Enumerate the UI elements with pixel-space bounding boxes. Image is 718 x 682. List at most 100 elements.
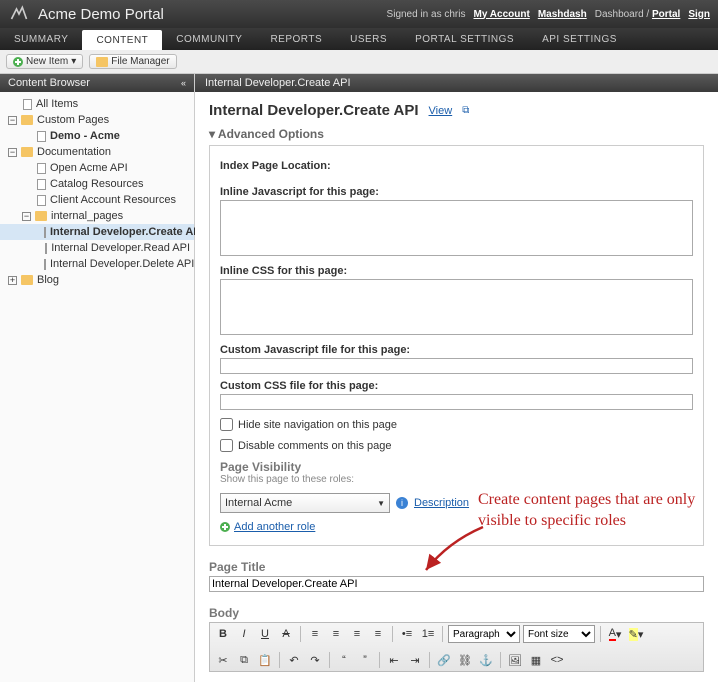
- collapse-icon[interactable]: −: [22, 212, 31, 221]
- inline-js-textarea[interactable]: [220, 200, 693, 256]
- rte-highlight-button[interactable]: ✎▾: [627, 625, 645, 643]
- rte-source-button[interactable]: <>: [548, 651, 566, 669]
- rte-strike-button[interactable]: A: [277, 625, 295, 643]
- custom-css-file-input[interactable]: [220, 394, 693, 410]
- page-icon: [45, 243, 47, 254]
- inline-css-textarea[interactable]: [220, 279, 693, 335]
- plus-icon: [13, 57, 23, 67]
- page-visibility-heading: Page Visibility: [220, 460, 693, 474]
- file-manager-button[interactable]: File Manager: [89, 54, 176, 69]
- page-title-label: Page Title: [209, 560, 704, 574]
- rte-image-button[interactable]: 🖼: [506, 651, 524, 669]
- tree-catalog-resources[interactable]: Catalog Resources: [0, 176, 194, 192]
- tree-open-acme-api[interactable]: Open Acme API: [0, 160, 194, 176]
- nav-api-settings[interactable]: API SETTINGS: [528, 28, 631, 50]
- rte-table-button[interactable]: ▦: [527, 651, 545, 669]
- nav-summary[interactable]: SUMMARY: [0, 28, 82, 50]
- tree-internal-dev-create[interactable]: Internal Developer.Create API: [0, 224, 194, 240]
- header: Acme Demo Portal Signed in as chris My A…: [0, 0, 718, 28]
- nav-content[interactable]: CONTENT: [82, 30, 162, 50]
- nav-users[interactable]: USERS: [336, 28, 401, 50]
- rte-bold-button[interactable]: B: [214, 625, 232, 643]
- index-page-label: Index Page Location:: [220, 160, 693, 172]
- info-icon[interactable]: i: [396, 497, 408, 509]
- custom-css-file-label: Custom CSS file for this page:: [220, 380, 693, 392]
- rte-ol-button[interactable]: 1≡: [419, 625, 437, 643]
- tree-internal-pages[interactable]: −internal_pages: [0, 208, 194, 224]
- content-tree: All Items −Custom Pages Demo - Acme −Doc…: [0, 92, 194, 292]
- my-account-link[interactable]: My Account: [474, 9, 530, 20]
- rte-paste-button[interactable]: 📋: [256, 651, 274, 669]
- rte-unlink-button[interactable]: ⛓: [456, 651, 474, 669]
- description-link[interactable]: Description: [414, 497, 469, 509]
- portal-link[interactable]: Portal: [652, 9, 680, 20]
- add-role-link[interactable]: Add another role: [234, 521, 315, 533]
- mashdash-link[interactable]: Mashdash: [538, 9, 587, 20]
- custom-js-file-input[interactable]: [220, 358, 693, 374]
- tree-demo-acme[interactable]: Demo - Acme: [0, 128, 194, 144]
- rte-cut-button[interactable]: ✂: [214, 651, 232, 669]
- page-icon: [37, 131, 46, 142]
- rte-indent-button[interactable]: ⇥: [406, 651, 424, 669]
- advanced-options-toggle[interactable]: ▾ Advanced Options: [209, 127, 704, 141]
- rte-anchor-button[interactable]: ⚓: [477, 651, 495, 669]
- rte-align-justify-button[interactable]: ≡: [369, 625, 387, 643]
- rte-undo-button[interactable]: ↶: [285, 651, 303, 669]
- rte-textcolor-button[interactable]: A▾: [606, 625, 624, 643]
- rte-copy-button[interactable]: ⧉: [235, 651, 253, 669]
- tree-internal-dev-read[interactable]: Internal Developer.Read API: [0, 240, 194, 256]
- role-select[interactable]: Internal Acme▼: [220, 493, 390, 513]
- nav-community[interactable]: COMMUNITY: [162, 28, 256, 50]
- inline-css-label: Inline CSS for this page:: [220, 265, 693, 277]
- page-icon: [44, 259, 46, 270]
- expand-icon[interactable]: +: [8, 276, 17, 285]
- disable-comments-checkbox[interactable]: [220, 439, 233, 452]
- content-breadcrumb: Internal Developer.Create API: [195, 74, 718, 92]
- sidebar-header: Content Browser «: [0, 74, 194, 92]
- rte-italic-button[interactable]: I: [235, 625, 253, 643]
- rte-align-center-button[interactable]: ≡: [327, 625, 345, 643]
- rte-redo-button[interactable]: ↷: [306, 651, 324, 669]
- plus-icon: [220, 522, 230, 532]
- collapse-sidebar-icon[interactable]: «: [181, 78, 186, 88]
- rte-quote-close-button[interactable]: ”: [356, 651, 374, 669]
- rte-paragraph-select[interactable]: Paragraph: [448, 625, 520, 643]
- sidebar-title: Content Browser: [8, 77, 90, 89]
- tree-custom-pages[interactable]: −Custom Pages: [0, 112, 194, 128]
- rte-quote-open-button[interactable]: “: [335, 651, 353, 669]
- sign-link[interactable]: Sign: [688, 9, 710, 20]
- sidebar: Content Browser « All Items −Custom Page…: [0, 74, 195, 682]
- nav-portal-settings[interactable]: PORTAL SETTINGS: [401, 28, 528, 50]
- rte-align-right-button[interactable]: ≡: [348, 625, 366, 643]
- separator: [442, 626, 443, 642]
- tree-blog[interactable]: +Blog: [0, 272, 194, 288]
- disable-comments-label: Disable comments on this page: [238, 440, 391, 452]
- rte-outdent-button[interactable]: ⇤: [385, 651, 403, 669]
- rte-ul-button[interactable]: •≡: [398, 625, 416, 643]
- page-title-input[interactable]: [209, 576, 704, 592]
- rte-underline-button[interactable]: U: [256, 625, 274, 643]
- collapse-icon[interactable]: −: [8, 116, 17, 125]
- folder-icon: [21, 147, 33, 157]
- tree-documentation[interactable]: −Documentation: [0, 144, 194, 160]
- separator: [600, 626, 601, 642]
- hide-nav-checkbox[interactable]: [220, 418, 233, 431]
- view-link[interactable]: View: [429, 105, 453, 117]
- header-right: Signed in as chris My Account Mashdash D…: [387, 9, 710, 20]
- tree-internal-dev-delete[interactable]: Internal Developer.Delete API: [0, 256, 194, 272]
- tree-client-account-resources[interactable]: Client Account Resources: [0, 192, 194, 208]
- folder-icon: [21, 115, 33, 125]
- collapse-icon[interactable]: −: [8, 148, 17, 157]
- rte-align-left-button[interactable]: ≡: [306, 625, 324, 643]
- inline-js-label: Inline Javascript for this page:: [220, 186, 693, 198]
- page-heading: Internal Developer.Create API: [209, 102, 419, 119]
- new-item-button[interactable]: New Item ▾: [6, 54, 83, 69]
- page-icon: [37, 179, 46, 190]
- nav-reports[interactable]: REPORTS: [256, 28, 336, 50]
- tree-all-items[interactable]: All Items: [0, 96, 194, 112]
- page-icon: [23, 99, 32, 110]
- rte-fontsize-select[interactable]: Font size: [523, 625, 595, 643]
- rte-link-button[interactable]: 🔗: [435, 651, 453, 669]
- page-icon: [37, 163, 46, 174]
- page-visibility-desc: Show this page to these roles:: [220, 474, 693, 485]
